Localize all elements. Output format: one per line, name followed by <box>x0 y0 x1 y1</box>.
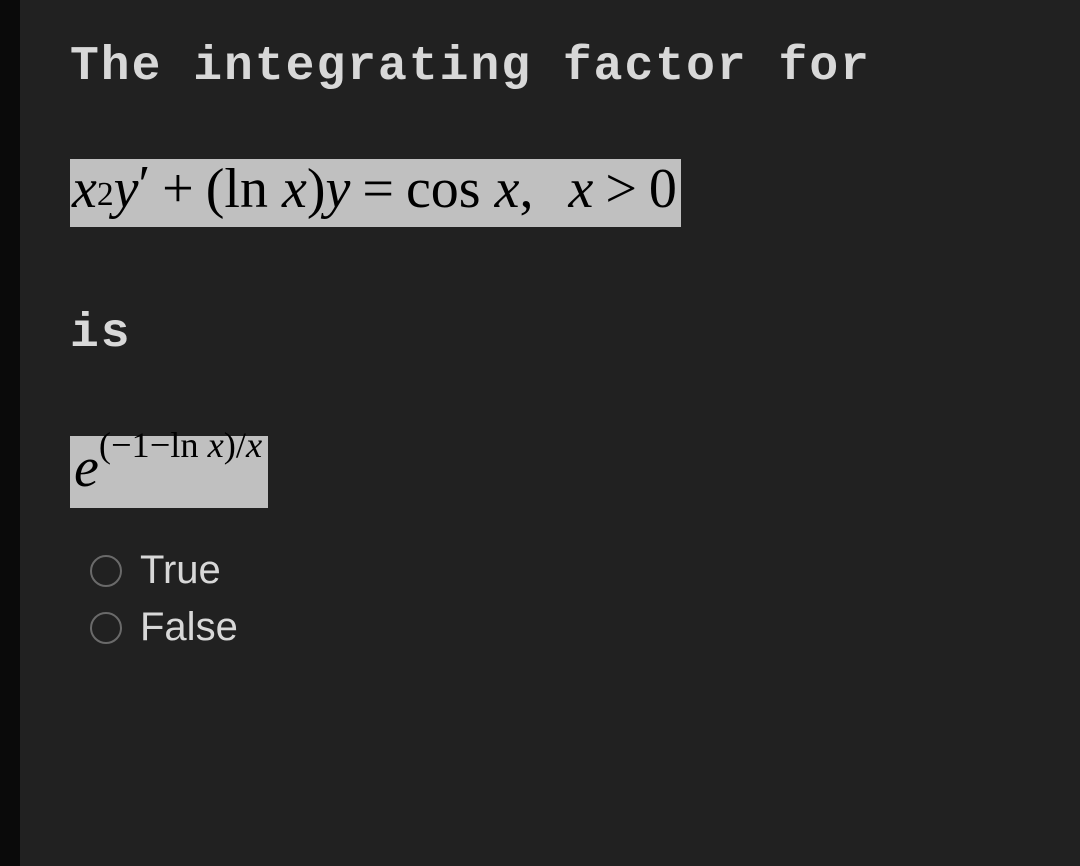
eq-x2: x <box>282 161 307 217</box>
eq-exp2: 2 <box>97 178 114 212</box>
eq-zero: 0 <box>649 161 677 217</box>
eq-prime: ′ <box>139 158 151 211</box>
eq-y1: y <box>114 161 139 217</box>
eq-rparen: ) <box>307 161 326 217</box>
option-label-true: True <box>140 548 221 593</box>
option-true[interactable]: True <box>90 548 1040 593</box>
option-false[interactable]: False <box>90 605 1040 650</box>
question-content: The integrating factor for x2y′ + (ln x)… <box>20 0 1080 866</box>
differential-equation: x2y′ + (ln x)y = cos x, x > 0 <box>70 159 681 227</box>
ans-e: e <box>74 437 99 499</box>
eq-y2: y <box>325 161 350 217</box>
eq-x4: x <box>568 161 593 217</box>
answer-options: True False <box>70 548 1040 650</box>
eq-x3: x <box>495 161 520 217</box>
eq-equals: = <box>362 161 394 217</box>
eq-ln: ln <box>224 161 268 217</box>
ans-exp-x2: x <box>246 425 262 465</box>
ans-exp-x1: x <box>208 425 224 465</box>
left-border <box>0 0 20 866</box>
ans-exp-tail: )/ <box>224 425 246 465</box>
option-label-false: False <box>140 605 238 650</box>
eq-plus: + <box>162 161 194 217</box>
radio-icon[interactable] <box>90 612 122 644</box>
proposed-answer: e(−1−ln x)/x <box>70 436 268 508</box>
eq-cos: cos <box>406 161 481 217</box>
radio-icon[interactable] <box>90 555 122 587</box>
question-intro: The integrating factor for <box>70 40 1040 94</box>
eq-gt: > <box>605 161 637 217</box>
ans-exp-part1: (−1−ln <box>99 425 208 465</box>
eq-comma: , <box>519 161 533 217</box>
question-is: is <box>70 307 1040 361</box>
eq-x1: x <box>72 161 97 217</box>
eq-lparen: ( <box>206 161 225 217</box>
